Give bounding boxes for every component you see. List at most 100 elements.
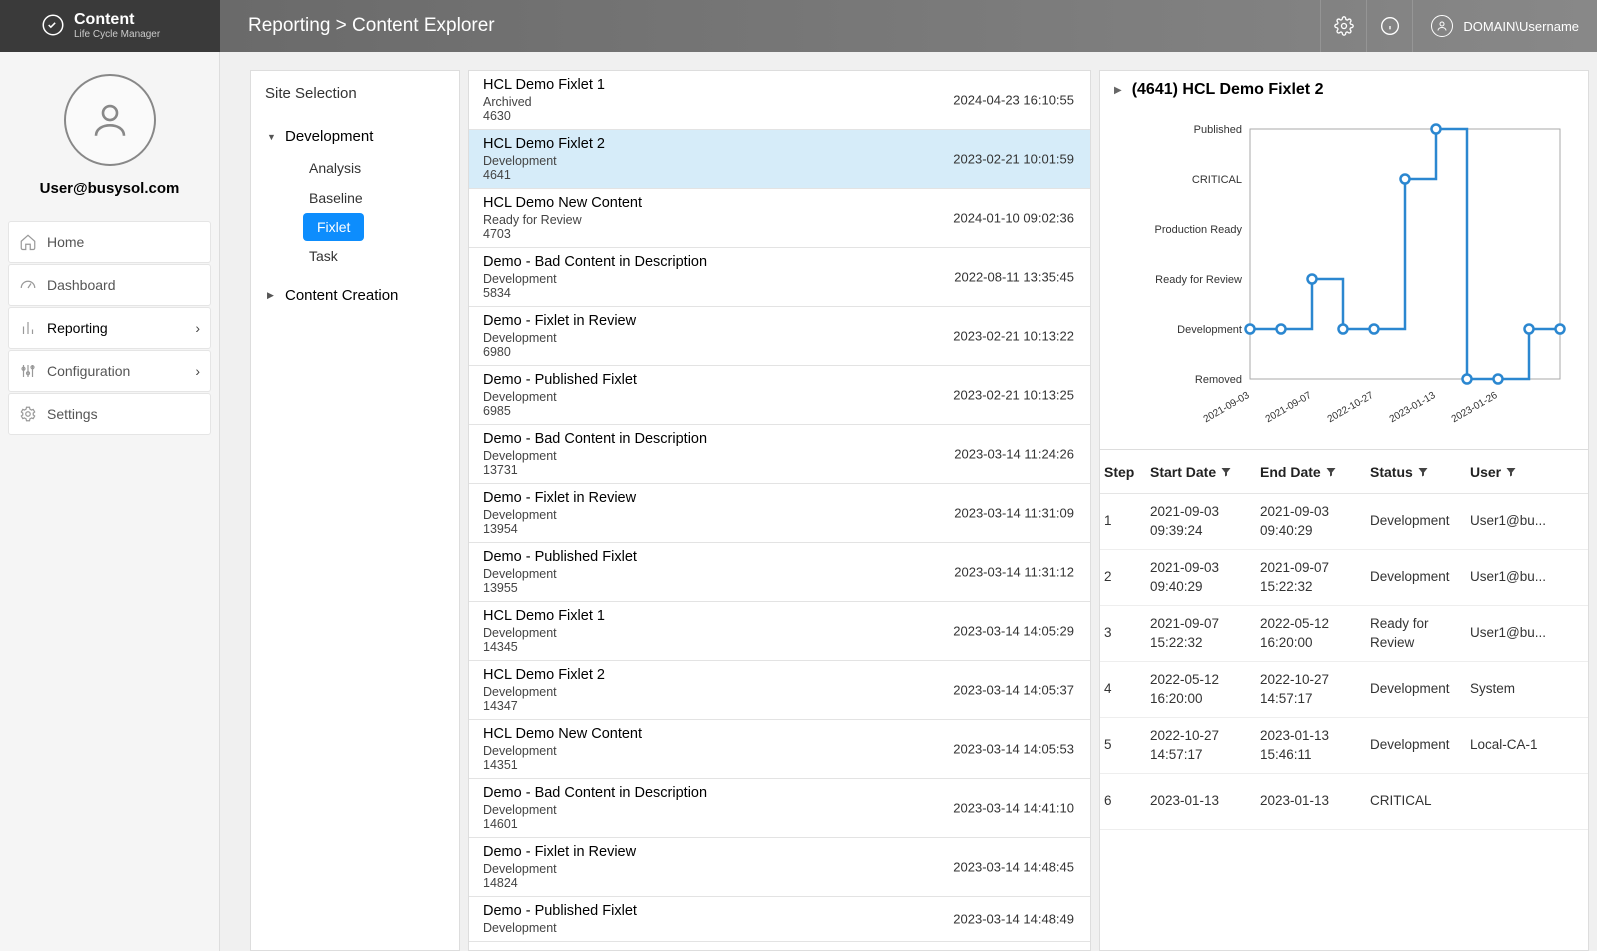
- table-row[interactable]: 2 2021-09-03 09:40:29 2021-09-07 15:22:3…: [1100, 550, 1588, 606]
- profile-email: User@busysol.com: [40, 180, 180, 197]
- settings-gear-button[interactable]: [1320, 0, 1366, 52]
- nav-configuration[interactable]: Configuration ›: [8, 350, 211, 392]
- tree-leaf-analysis[interactable]: Analysis: [263, 153, 447, 183]
- collapse-right-icon[interactable]: ▶: [1114, 85, 1122, 96]
- topbar: Content Life Cycle Manager Reporting > C…: [0, 0, 1597, 52]
- filter-icon[interactable]: [1220, 466, 1232, 478]
- col-user[interactable]: User: [1466, 464, 1588, 480]
- brand-title: Content: [74, 12, 160, 28]
- list-item-title: Demo - Fixlet in Review: [483, 313, 1076, 329]
- nav-dashboard[interactable]: Dashboard: [8, 264, 211, 306]
- list-item-title: Demo - Bad Content in Description: [483, 785, 1076, 801]
- nav-reporting-label: Reporting: [47, 320, 108, 336]
- list-item[interactable]: HCL Demo New Content Ready for Review 47…: [469, 189, 1090, 248]
- list-item-id: 14345: [483, 640, 1076, 654]
- list-item[interactable]: Demo - Published Fixlet Development 2023…: [469, 897, 1090, 942]
- list-item[interactable]: Demo - Published Fixlet Development 6985…: [469, 366, 1090, 425]
- list-item-id: 13955: [483, 581, 1076, 595]
- nav-home[interactable]: Home: [8, 221, 211, 263]
- svg-text:Ready for Review: Ready for Review: [1155, 274, 1242, 286]
- table-row[interactable]: 6 2023-01-13 2023-01-13 CRITICAL: [1100, 774, 1588, 830]
- list-item[interactable]: Demo - Bad Content in Description Develo…: [469, 248, 1090, 307]
- nav-dashboard-label: Dashboard: [47, 277, 116, 293]
- filter-icon[interactable]: [1325, 466, 1337, 478]
- tree-node-development[interactable]: ▼ Development: [263, 120, 447, 153]
- list-item-title: Demo - Fixlet in Review: [483, 490, 1076, 506]
- list-item[interactable]: HCL Demo Fixlet 2 Development 14347 2023…: [469, 661, 1090, 720]
- list-item-title: Demo - Fixlet in Review: [483, 844, 1076, 860]
- svg-text:Published: Published: [1194, 124, 1242, 136]
- col-status[interactable]: Status: [1366, 464, 1466, 480]
- list-item[interactable]: Demo - Fixlet in Review Development 1395…: [469, 484, 1090, 543]
- tree-leaf-task[interactable]: Task: [263, 241, 447, 271]
- list-item-date: 2023-03-14 14:48:45: [953, 860, 1074, 875]
- cell-start: 2022-05-12 16:20:00: [1146, 671, 1256, 707]
- cell-step: 6: [1100, 792, 1146, 810]
- list-item-title: Demo - Bad Content in Description: [483, 431, 1076, 447]
- cell-status: Ready for Review: [1366, 615, 1466, 651]
- table-row[interactable]: 1 2021-09-03 09:39:24 2021-09-03 09:40:2…: [1100, 494, 1588, 550]
- table-row[interactable]: 5 2022-10-27 14:57:17 2023-01-13 15:46:1…: [1100, 718, 1588, 774]
- breadcrumb: Reporting > Content Explorer: [220, 15, 1320, 37]
- col-start[interactable]: Start Date: [1146, 464, 1256, 480]
- svg-text:Development: Development: [1177, 324, 1242, 336]
- list-item[interactable]: Demo - Fixlet in Review Development 1482…: [469, 838, 1090, 897]
- list-item-title: HCL Demo New Content: [483, 726, 1076, 742]
- list-item-id: 13731: [483, 463, 1076, 477]
- sidebar: User@busysol.com Home Dashboard Reportin…: [0, 52, 220, 951]
- user-menu[interactable]: DOMAIN\Username: [1412, 0, 1597, 52]
- col-step[interactable]: Step: [1100, 464, 1146, 480]
- cell-start: 2021-09-03 09:40:29: [1146, 559, 1256, 595]
- list-item-id: 5834: [483, 286, 1076, 300]
- cell-end: 2022-05-12 16:20:00: [1256, 615, 1366, 651]
- list-item-title: HCL Demo Fixlet 2: [483, 136, 1076, 152]
- brand-subtitle: Life Cycle Manager: [74, 30, 160, 40]
- nav-settings[interactable]: Settings: [8, 393, 211, 435]
- cell-step: 1: [1100, 512, 1146, 530]
- chevron-right-icon: ›: [195, 363, 200, 379]
- tree-leaf-baseline[interactable]: Baseline: [263, 183, 447, 213]
- list-item[interactable]: Demo - Bad Content in Description Develo…: [469, 779, 1090, 838]
- list-item[interactable]: Demo - Bad Content in Description Develo…: [469, 425, 1090, 484]
- chevron-right-icon: ›: [195, 320, 200, 336]
- list-item[interactable]: HCL Demo Fixlet 1 Archived 4630 2024-04-…: [469, 71, 1090, 130]
- cell-user: User1@bu...: [1466, 568, 1588, 586]
- cell-start: 2021-09-07 15:22:32: [1146, 615, 1256, 651]
- list-item-date: 2023-02-21 10:13:25: [953, 388, 1074, 403]
- list-item-id: 4641: [483, 168, 1076, 182]
- col-end[interactable]: End Date: [1256, 464, 1366, 480]
- table-row[interactable]: 4 2022-05-12 16:20:00 2022-10-27 14:57:1…: [1100, 662, 1588, 718]
- list-item-date: 2023-03-14 14:05:37: [953, 683, 1074, 698]
- list-item-id: 14824: [483, 876, 1076, 890]
- tree-leaf-fixlet[interactable]: Fixlet: [303, 213, 364, 241]
- nav-settings-label: Settings: [47, 406, 98, 422]
- list-item[interactable]: Demo - Published Fixlet Development 1395…: [469, 543, 1090, 602]
- cell-user: Local-CA-1: [1466, 736, 1588, 754]
- brand-icon: [40, 12, 66, 41]
- cell-status: Development: [1366, 680, 1466, 698]
- cell-end: 2023-01-13: [1256, 792, 1366, 810]
- cell-start: 2022-10-27 14:57:17: [1146, 727, 1256, 763]
- list-item-id: 6985: [483, 404, 1076, 418]
- list-item-date: 2023-03-14 11:31:09: [954, 506, 1074, 521]
- nav-reporting[interactable]: Reporting ›: [8, 307, 211, 349]
- tree-node-content-creation[interactable]: ▶ Content Creation: [263, 279, 447, 312]
- table-row[interactable]: 3 2021-09-07 15:22:32 2022-05-12 16:20:0…: [1100, 606, 1588, 662]
- gauge-icon: [19, 276, 37, 294]
- list-item-date: 2023-03-14 14:41:10: [953, 801, 1074, 816]
- profile-block: User@busysol.com: [0, 52, 219, 213]
- nav-configuration-label: Configuration: [47, 363, 130, 379]
- caret-right-icon: ▶: [267, 290, 277, 301]
- list-item[interactable]: HCL Demo Fixlet 1 Development 14345 2023…: [469, 602, 1090, 661]
- brand: Content Life Cycle Manager: [0, 12, 220, 41]
- cell-status: Development: [1366, 512, 1466, 530]
- list-item[interactable]: HCL Demo New Content Development 14351 2…: [469, 720, 1090, 779]
- list-item[interactable]: Demo - Fixlet in Review Development 6980…: [469, 307, 1090, 366]
- list-item-id: 14351: [483, 758, 1076, 772]
- list-item[interactable]: HCL Demo Fixlet 2 Development 4641 2023-…: [469, 130, 1090, 189]
- info-button[interactable]: [1366, 0, 1412, 52]
- filter-icon[interactable]: [1505, 466, 1517, 478]
- list-item-date: 2023-03-14 14:05:53: [953, 742, 1074, 757]
- filter-icon[interactable]: [1417, 466, 1429, 478]
- content-list-panel: HCL Demo Fixlet 1 Archived 4630 2024-04-…: [468, 70, 1091, 951]
